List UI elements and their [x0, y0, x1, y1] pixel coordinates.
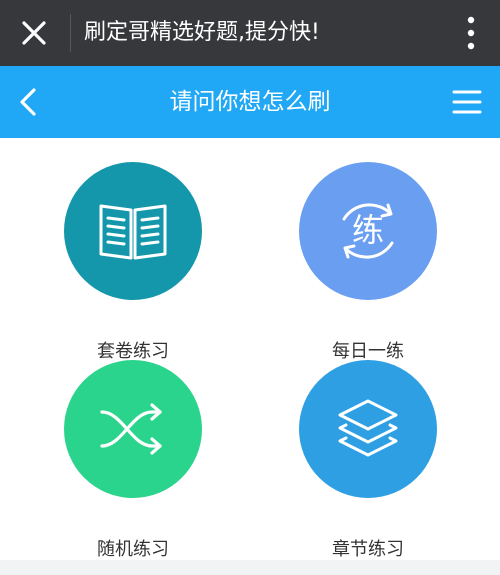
- shuffle-icon: [100, 403, 162, 455]
- daily-practice-icon: 练: [342, 203, 394, 259]
- tile-daily-practice[interactable]: 练 每日一练: [268, 162, 468, 362]
- title-divider: [70, 14, 71, 52]
- random-practice-circle: [64, 360, 202, 498]
- layers-icon: [338, 399, 398, 457]
- menu-icon[interactable]: [452, 89, 482, 115]
- bottom-divider: [0, 560, 500, 575]
- chapter-practice-circle: [299, 360, 437, 498]
- close-icon[interactable]: [20, 19, 48, 47]
- daily-practice-circle: 练: [299, 162, 437, 300]
- tile-label: 章节练习: [332, 539, 404, 560]
- paper-practice-circle: [64, 162, 202, 300]
- more-vertical-icon[interactable]: [464, 15, 478, 51]
- wechat-title-bar: 刷定哥精选好题,提分快!: [0, 0, 500, 66]
- practice-mode-grid: 套卷练习 练 每日一练 随机练习 章节练习: [0, 138, 500, 562]
- wechat-page-title: 刷定哥精选好题,提分快!: [84, 20, 320, 45]
- tile-random-practice[interactable]: 随机练习: [33, 360, 233, 560]
- tile-paper-practice[interactable]: 套卷练习: [33, 162, 233, 362]
- tile-chapter-practice[interactable]: 章节练习: [268, 360, 468, 560]
- page-title: 请问你想怎么刷: [169, 89, 331, 115]
- svg-text:练: 练: [352, 211, 384, 249]
- book-icon: [99, 204, 167, 260]
- tile-label: 随机练习: [97, 539, 169, 560]
- app-header: 请问你想怎么刷: [0, 66, 500, 138]
